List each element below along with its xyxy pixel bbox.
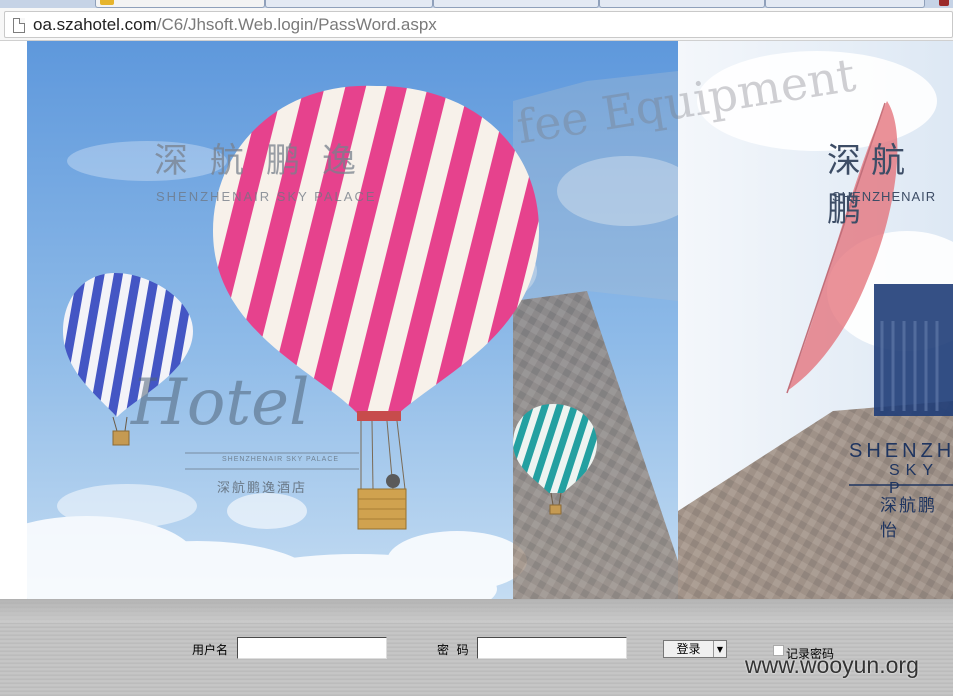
- browser-tab[interactable]: [433, 0, 599, 8]
- tab-favicon-icon: [100, 0, 114, 5]
- hotel-script-logo: Hotel: [131, 366, 310, 440]
- tab-strip: [0, 0, 953, 8]
- window-close-icon[interactable]: [939, 0, 949, 6]
- page-content: fee Equipment 深航鹏逸 SHENZHENAIR SKY PALAC…: [0, 41, 953, 599]
- right-card-chinese: 深航鹏怡: [880, 496, 937, 540]
- username-input[interactable]: [237, 637, 387, 659]
- right-hotel-subtitle: SHENZHENAIR: [832, 189, 937, 204]
- browser-tab[interactable]: [599, 0, 765, 8]
- url-host: oa.szahotel.com: [33, 15, 157, 34]
- password-input[interactable]: [477, 637, 627, 659]
- right-card-title: SHENZH: [849, 440, 953, 462]
- left-hotel-title: 深航鹏逸: [154, 141, 378, 181]
- left-hotel-subtitle: SHENZHENAIR SKY PALACE: [156, 189, 377, 204]
- url-input[interactable]: oa.szahotel.com/C6/Jhsoft.Web.login/Pass…: [4, 11, 953, 38]
- url-path: /C6/Jhsoft.Web.login/PassWord.aspx: [156, 15, 437, 34]
- hotel-logo-subtitle: SHENZHENAIR SKY PALACE: [222, 456, 340, 463]
- login-button[interactable]: 登录 ▼: [663, 640, 727, 658]
- browser-tab[interactable]: [95, 0, 265, 8]
- browser-tab[interactable]: [765, 0, 925, 8]
- watermark: www.wooyun.org: [745, 652, 919, 678]
- hotel-logo-chinese: 深航鹏逸酒店: [217, 481, 308, 496]
- username-label: 用户名: [192, 643, 229, 657]
- login-button-label: 登录: [676, 642, 701, 656]
- password-label: 密 码: [437, 643, 469, 657]
- page-icon: [13, 18, 25, 33]
- hotel-banner: fee Equipment 深航鹏逸 SHENZHENAIR SKY PALAC…: [27, 41, 953, 599]
- banner-illustration: [27, 41, 953, 599]
- dropdown-arrow-icon[interactable]: ▼: [713, 641, 726, 657]
- right-hotel-title: 深航鹏: [827, 141, 915, 230]
- browser-tab[interactable]: [265, 0, 433, 8]
- address-bar: oa.szahotel.com/C6/Jhsoft.Web.login/Pass…: [0, 8, 953, 41]
- url-text[interactable]: oa.szahotel.com/C6/Jhsoft.Web.login/Pass…: [33, 15, 437, 35]
